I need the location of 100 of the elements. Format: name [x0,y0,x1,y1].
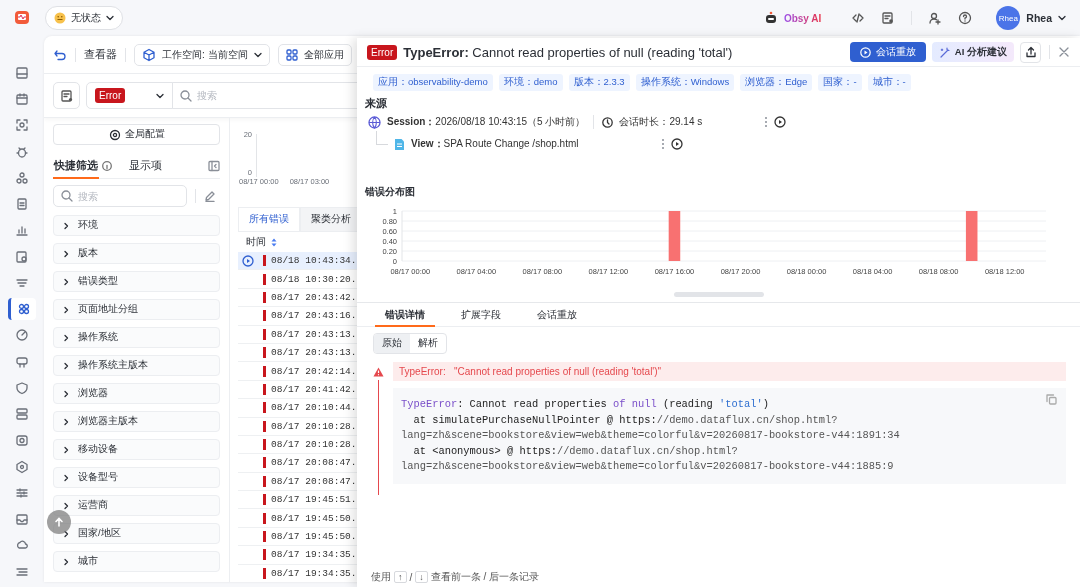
play-icon[interactable] [670,138,683,150]
status-dropdown[interactable]: 无状态 [45,6,123,30]
bar [668,211,681,261]
facet-item[interactable]: 操作系统主版本 [53,355,220,376]
code-line: TypeError: Cannot read properties of null (reading 'total') [401,397,770,412]
shield-icon[interactable] [15,380,29,395]
facet-item[interactable]: 错误类型 [53,271,220,292]
add-user-icon[interactable] [928,11,943,25]
facet-item[interactable]: 页面地址分组 [53,299,220,320]
tag: 操作系统：Windows [635,74,735,91]
more-icon[interactable] [764,116,769,128]
apps-dropdown[interactable]: 全部应用 [277,43,352,66]
hint-text: 使用 [371,570,391,584]
global-config-button[interactable]: 全局配置 [53,124,220,145]
facet-item[interactable]: 版本 [53,243,220,264]
search-icon [180,89,192,102]
section-heading: 来源 [364,96,388,111]
inbox-icon[interactable] [15,512,29,527]
share-icon [1024,46,1037,58]
close-icon[interactable] [1058,46,1070,58]
facet-item[interactable]: 城市 [53,551,220,572]
filter-tab[interactable]: 快捷筛选 [53,154,99,179]
severity-mark [263,457,266,469]
bar [965,211,978,261]
code-icon[interactable] [851,11,866,25]
viewer-title: 查看器 [84,47,117,62]
facet-item[interactable]: 国家/地区 [53,523,220,544]
grid-icon[interactable] [16,302,31,317]
edit-icon[interactable] [204,190,216,202]
ai-analysis-button[interactable]: AI 分析建议 [931,42,1014,62]
copy-icon[interactable] [1046,394,1057,405]
severity-mark [263,365,266,377]
tag: 城市：- [867,74,911,91]
report-icon[interactable] [15,249,29,264]
facet-item[interactable]: 设备型号 [53,467,220,488]
more-icon[interactable] [660,138,665,150]
filter-tab[interactable]: 显示项 [128,154,163,179]
facet-item[interactable]: 移动设备 [53,439,220,460]
share-button[interactable] [1020,41,1041,63]
level-select[interactable]: Error [86,82,173,109]
facet-item[interactable]: 浏览器 [53,383,220,404]
severity-mark [263,310,266,322]
robot-icon[interactable] [15,354,29,369]
document-icon[interactable] [15,197,29,212]
facet-search-field[interactable]: 搜索 [53,185,187,207]
tag: 环境：demo [498,74,563,91]
warning-icon [373,367,384,377]
mode-toggle[interactable]: 解析 [410,334,446,353]
severity-mark [263,402,266,414]
scan-icon[interactable] [15,118,29,133]
detail-tab[interactable]: 扩展字段 [451,305,511,327]
calendar-icon[interactable] [15,92,29,107]
search-icon [61,190,73,202]
severity-mark [263,255,266,267]
workspace-dropdown[interactable]: 工作空间: 当前空间 [134,43,270,66]
report-icon [60,89,73,102]
mode-toggle[interactable]: 原始 [374,334,410,353]
nodes-icon[interactable] [15,170,29,185]
arrow-up-icon [54,517,64,527]
hint-text: 查看前一条 / 后一条记录 [430,570,540,584]
report-icon[interactable] [881,11,896,25]
replay-button[interactable]: 会话重放 [849,42,926,62]
caret-icon [106,14,114,22]
badge-icon[interactable] [15,459,29,474]
tag: 应用：observability-demo [373,74,493,91]
severity-mark [263,383,266,395]
page-icon [394,137,405,151]
help-icon[interactable] [958,11,973,25]
tag: 版本：2.3.3 [568,74,630,91]
column-header[interactable]: 时间 [246,235,266,249]
user-menu[interactable]: Rhea Rhea [996,6,1066,30]
camera-icon[interactable] [15,433,29,448]
facet-item[interactable]: 运营商 [53,495,220,516]
key-hint: ↑ [394,571,407,583]
monitor-icon[interactable] [15,65,29,80]
level-badge: Error [367,44,398,60]
facet-item[interactable]: 环境 [53,215,220,236]
sort-icon [271,237,277,247]
stack-icon[interactable] [15,407,29,422]
wand-icon [938,46,950,58]
view-toggle-button[interactable] [53,82,80,109]
play-icon[interactable] [774,116,787,128]
gauge-icon[interactable] [15,328,29,343]
detail-tab[interactable]: 会话重放 [527,305,587,327]
detail-tab[interactable]: 错误详情 [375,305,435,327]
code-line: at simulatePurchaseNullPointer @ https://demo.dataflux.cn/shop.html? [412,412,839,428]
tag: 国家：- [818,74,862,91]
resize-handle[interactable] [673,292,764,297]
error-title: TypeError: Cannot read properties of null (reading 'total') [403,44,733,60]
caret-icon [156,91,164,100]
scroll-top-button[interactable] [47,510,71,534]
collapse-panel-icon[interactable] [208,160,220,172]
key-hint: ↓ [415,571,428,583]
session-duration: 会话时长：29.14 s [619,115,703,129]
facet-item[interactable]: 操作系统 [53,327,220,348]
severity-mark [263,512,266,524]
severity-mark [263,494,266,506]
separator-text: / [409,571,413,583]
facet-item[interactable]: 浏览器主版本 [53,411,220,432]
list-tab[interactable]: 所有错误 [238,207,300,231]
